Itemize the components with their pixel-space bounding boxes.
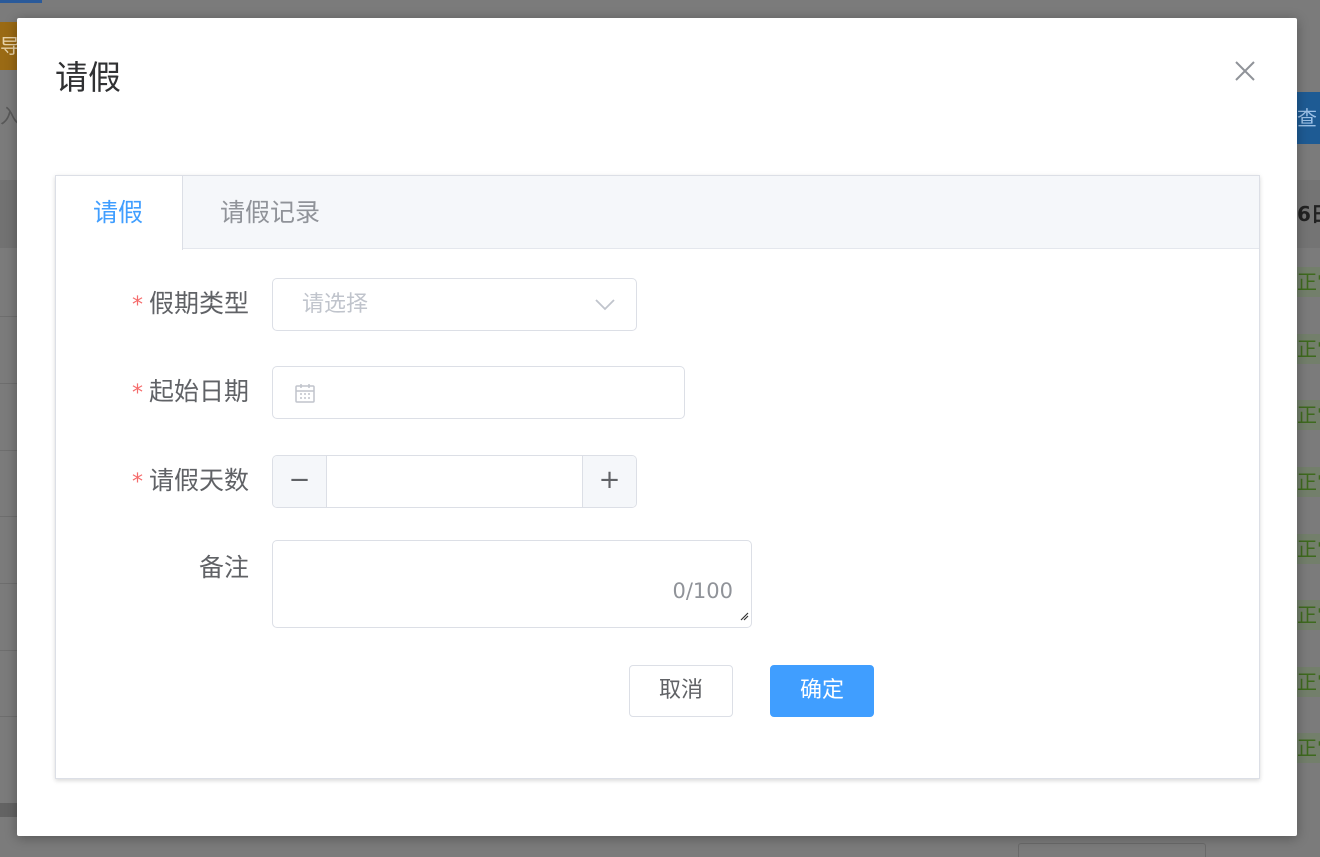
days-input[interactable] (327, 456, 582, 507)
increase-button[interactable]: + (582, 456, 636, 507)
background-table-header: 6日 (1297, 180, 1320, 248)
background-status-cell: 正常 (1297, 400, 1320, 430)
tabs-card: 请假 请假记录 * 假期类型 请选择 * 起始日期 * 请假天数 − + 备注 … (55, 175, 1260, 779)
background-row-divider (0, 383, 17, 384)
dialog-title: 请假 (55, 58, 121, 97)
background-top-accent (0, 0, 42, 3)
cancel-button[interactable]: 取消 (629, 665, 733, 717)
background-row-divider (0, 583, 17, 584)
remark-label: 备注 (199, 542, 249, 594)
background-status-cell: 正常 (1297, 733, 1320, 763)
background-status-cell: 正常 (1297, 467, 1320, 497)
background-scrollbar (0, 803, 17, 817)
tabs-header: 请假 请假记录 (56, 176, 1259, 250)
background-row-divider (0, 316, 17, 317)
required-mark: * (131, 470, 143, 495)
leave-type-placeholder: 请选择 (302, 292, 369, 317)
background-pagination (1018, 843, 1206, 857)
days-label-text: 请假天数 (148, 466, 249, 495)
background-status-cell: 正常 (1297, 267, 1320, 297)
leave-type-label-text: 假期类型 (148, 289, 249, 318)
close-icon[interactable] (1230, 56, 1260, 86)
char-count: 0/100 (672, 579, 733, 603)
remark-label-text: 备注 (198, 553, 249, 582)
background-table-header-left (0, 180, 17, 248)
required-mark: * (131, 293, 143, 318)
background-row-divider (0, 650, 17, 651)
required-mark: * (131, 381, 143, 406)
calendar-icon (294, 382, 316, 408)
remark-textarea[interactable]: 0/100 (272, 540, 752, 628)
start-date-label: * 起始日期 (132, 366, 249, 420)
leave-type-select[interactable]: 请选择 (272, 278, 637, 331)
start-date-picker[interactable] (272, 366, 685, 419)
background-row-divider (0, 450, 17, 451)
days-stepper: − + (272, 455, 637, 508)
background-status-cell: 正常 (1297, 667, 1320, 697)
start-date-label-text: 起始日期 (148, 377, 249, 406)
resize-handle-icon[interactable] (739, 606, 749, 625)
confirm-button[interactable]: 确定 (770, 665, 874, 717)
background-row-divider (0, 516, 17, 517)
background-row-divider (0, 716, 17, 717)
tab-leave[interactable]: 请假 (56, 176, 183, 250)
tab-leave-records[interactable]: 请假记录 (183, 176, 357, 250)
background-status-cell: 正常 (1297, 600, 1320, 630)
background-status-cell: 正常 (1297, 534, 1320, 564)
leave-type-label: * 假期类型 (132, 278, 249, 332)
background-search-button: 查 (1297, 92, 1320, 144)
background-status-cell: 正常 (1297, 334, 1320, 364)
days-label: * 请假天数 (132, 455, 249, 509)
chevron-down-icon (594, 293, 616, 319)
leave-dialog: 请假 请假 请假记录 * 假期类型 请选择 * 起始日期 * 请假天数 − + … (17, 18, 1297, 836)
decrease-button[interactable]: − (273, 456, 327, 507)
